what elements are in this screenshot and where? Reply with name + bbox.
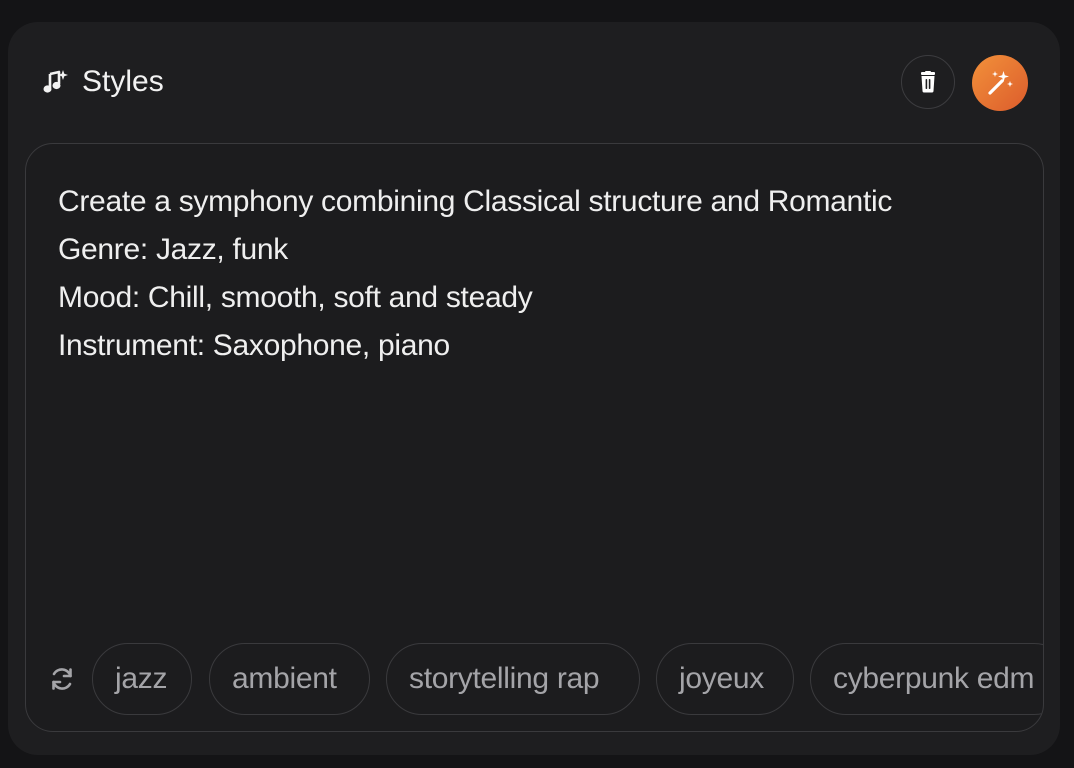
prompt-line: Create a symphony combining Classical st… bbox=[58, 185, 893, 218]
suggestion-chips: jazz ambient storytelling rap joyeux cyb… bbox=[92, 643, 1043, 715]
suggestion-chip[interactable]: jazz bbox=[92, 643, 192, 715]
delete-button[interactable] bbox=[901, 55, 955, 109]
prompt-text: Create a symphony combining Classical st… bbox=[58, 178, 1013, 370]
styles-panel: Styles Create a symphony combining Class… bbox=[8, 22, 1060, 755]
prompt-line: Instrument: Saxophone, piano bbox=[58, 329, 450, 362]
suggestion-chip[interactable]: cyberpunk edm bbox=[810, 643, 1043, 715]
refresh-icon[interactable] bbox=[48, 665, 76, 693]
suggestion-chip[interactable]: joyeux bbox=[656, 643, 794, 715]
style-suggestions: jazz ambient storytelling rap joyeux cyb… bbox=[26, 643, 1043, 715]
trash-icon bbox=[921, 71, 935, 93]
style-prompt-textarea[interactable]: Create a symphony combining Classical st… bbox=[25, 143, 1044, 732]
magic-wand-icon bbox=[988, 71, 1013, 95]
suggestion-chip[interactable]: storytelling rap bbox=[386, 643, 640, 715]
panel-header: Styles bbox=[8, 22, 1060, 142]
prompt-line: Genre: Jazz, funk bbox=[58, 233, 289, 266]
prompt-line: Mood: Chill, smooth, soft and steady bbox=[58, 281, 533, 314]
magic-generate-button[interactable] bbox=[972, 55, 1028, 111]
suggestion-chip[interactable]: ambient bbox=[209, 643, 370, 715]
panel-title: Styles bbox=[82, 65, 164, 98]
music-sparkle-icon bbox=[43, 70, 68, 93]
